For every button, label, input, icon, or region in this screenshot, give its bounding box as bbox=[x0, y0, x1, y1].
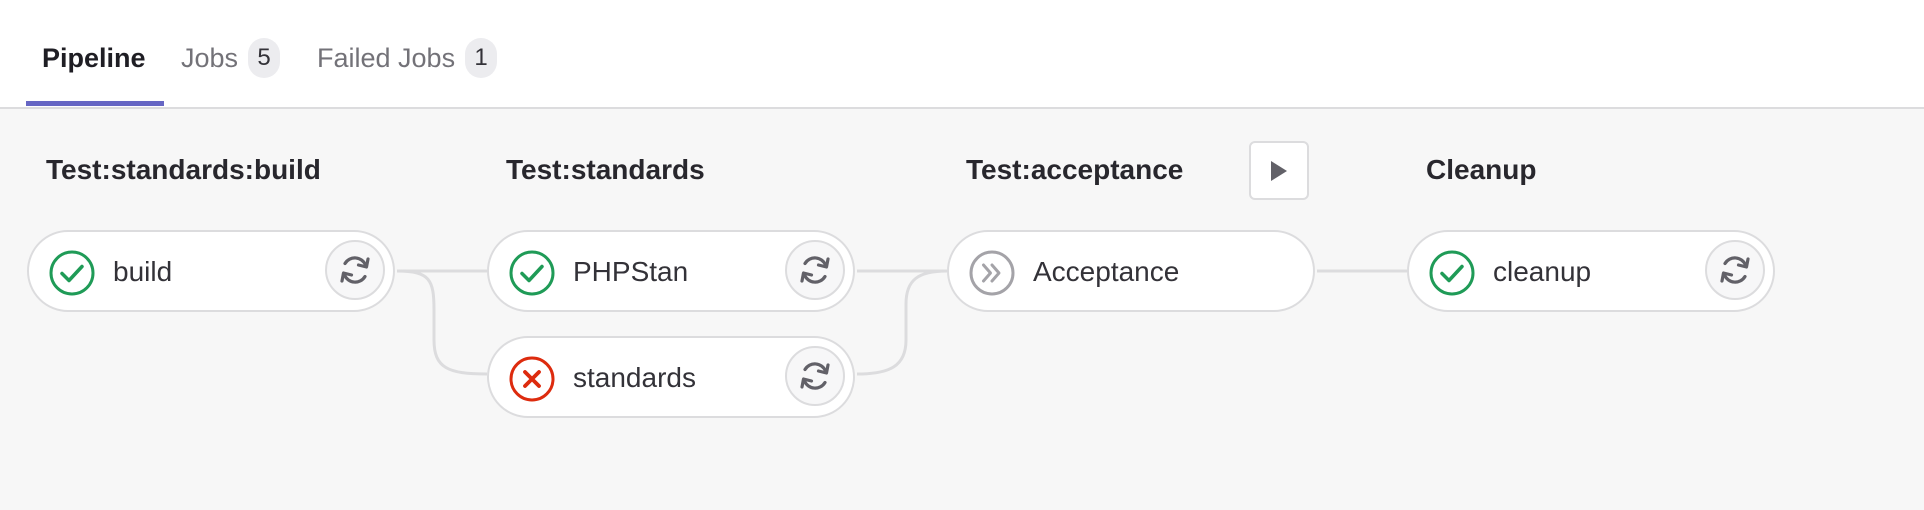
tab-pipeline-label: Pipeline bbox=[42, 42, 146, 73]
pipeline-tabs: Pipeline Jobs 5 Failed Jobs 1 bbox=[0, 0, 1924, 109]
job-name: build bbox=[113, 256, 173, 287]
stage-title-test-standards-build: Test:standards:build bbox=[46, 154, 321, 185]
play-icon bbox=[1271, 160, 1287, 181]
tab-jobs-label: Jobs bbox=[181, 42, 239, 73]
tab-failed-jobs-label: Failed Jobs bbox=[317, 42, 456, 73]
job-name: standards bbox=[573, 362, 696, 393]
retry-icon bbox=[800, 256, 830, 284]
retry-button[interactable] bbox=[785, 346, 845, 406]
retry-button[interactable] bbox=[325, 240, 385, 300]
skipped-icon bbox=[969, 250, 1015, 296]
failed-jobs-count-badge: 1 bbox=[465, 38, 498, 78]
stage-title-test-acceptance: Test:acceptance bbox=[966, 154, 1184, 185]
run-stage-button[interactable] bbox=[1249, 141, 1309, 200]
stage-title-test-standards: Test:standards bbox=[506, 154, 705, 185]
job-name: Acceptance bbox=[1033, 256, 1180, 287]
job-name: PHPStan bbox=[573, 256, 689, 287]
stage-title-cleanup: Cleanup bbox=[1426, 154, 1537, 185]
retry-icon bbox=[1720, 256, 1750, 284]
job-name: cleanup bbox=[1493, 256, 1592, 287]
job-standards[interactable]: standards bbox=[487, 336, 855, 418]
jobs-count-badge: 5 bbox=[248, 38, 281, 78]
retry-icon bbox=[800, 362, 830, 390]
success-icon bbox=[509, 250, 555, 296]
job-build[interactable]: build bbox=[27, 230, 395, 312]
job-acceptance[interactable]: Acceptance bbox=[947, 230, 1315, 312]
tab-failed-jobs[interactable]: Failed Jobs 1 bbox=[317, 38, 498, 78]
failed-icon bbox=[509, 356, 555, 402]
retry-button[interactable] bbox=[785, 240, 845, 300]
success-icon bbox=[49, 250, 95, 296]
active-tab-indicator bbox=[26, 101, 164, 106]
tab-jobs[interactable]: Jobs 5 bbox=[181, 38, 281, 78]
retry-button[interactable] bbox=[1705, 240, 1765, 300]
tab-pipeline[interactable]: Pipeline bbox=[42, 38, 146, 78]
success-icon bbox=[1429, 250, 1475, 296]
job-cleanup[interactable]: cleanup bbox=[1407, 230, 1775, 312]
job-phpstan[interactable]: PHPStan bbox=[487, 230, 855, 312]
retry-icon bbox=[340, 256, 370, 284]
